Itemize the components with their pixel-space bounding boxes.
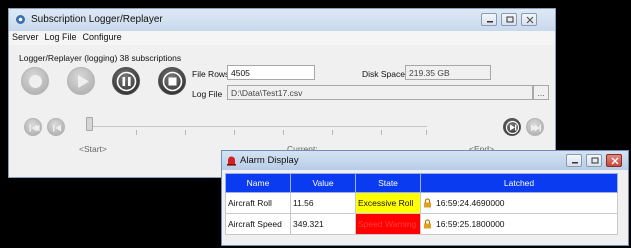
- alarm-minimize-button[interactable]: [566, 154, 582, 167]
- record-button[interactable]: [21, 67, 49, 95]
- window-controls: [477, 13, 537, 26]
- lock-icon: [424, 219, 431, 229]
- cell-latched: 16:59:24.4690000: [420, 192, 618, 214]
- table-row[interactable]: Aircraft Roll 11.56 Excessive Roll 16:59…: [225, 192, 618, 214]
- skip-end-icon: [531, 124, 541, 132]
- skip-to-end-button[interactable]: [526, 118, 544, 136]
- col-latched[interactable]: Latched: [420, 173, 618, 193]
- stop-button[interactable]: [158, 67, 186, 95]
- latched-time: 16:59:24.4690000: [436, 197, 505, 208]
- cell-value: 11.56: [290, 192, 356, 214]
- status-text: Logger/Replayer (logging) 38 subscriptio…: [19, 53, 182, 63]
- file-rows-label: File Rows: [192, 69, 230, 79]
- step-back-button[interactable]: [47, 118, 65, 136]
- step-back-icon: [53, 124, 61, 132]
- alarm-window: Alarm Display Name Value State Latched A…: [221, 150, 629, 246]
- skip-start-icon: [29, 124, 40, 132]
- file-rows-field[interactable]: 4505: [227, 65, 315, 80]
- slider-tick: [426, 130, 427, 135]
- lock-icon: [424, 198, 431, 208]
- slider-tick: [136, 130, 137, 135]
- logger-title-bar[interactable]: Subscription Logger/Replayer: [9, 9, 555, 31]
- latched-time: 16:59:25.1800000: [436, 218, 505, 229]
- col-name[interactable]: Name: [225, 173, 291, 193]
- position-slider-track[interactable]: [87, 126, 427, 127]
- cell-name: Aircraft Speed: [225, 213, 291, 235]
- logger-title: Subscription Logger/Replayer: [31, 14, 163, 25]
- position-slider-thumb[interactable]: [86, 117, 93, 131]
- alarm-siren-icon: [227, 156, 236, 166]
- play-button[interactable]: [67, 67, 95, 95]
- pause-icon: [116, 71, 137, 92]
- step-forward-icon: [505, 120, 520, 135]
- menu-log-file[interactable]: Log File: [42, 31, 80, 43]
- maximize-button[interactable]: [501, 13, 517, 26]
- slider-tick: [234, 130, 235, 135]
- log-file-label: Log File: [192, 89, 223, 99]
- alarm-maximize-button[interactable]: [586, 154, 602, 167]
- table-row[interactable]: Aircraft Speed 349.321 Speed Warning 16:…: [225, 213, 618, 235]
- alarm-table-header: Name Value State Latched: [225, 173, 618, 193]
- menu-configure[interactable]: Configure: [80, 31, 125, 43]
- cell-value: 349.321: [290, 213, 356, 235]
- app-gear-icon: [16, 15, 25, 24]
- close-button[interactable]: [521, 13, 537, 26]
- alarm-title-bar[interactable]: Alarm Display: [222, 151, 628, 170]
- col-state[interactable]: State: [355, 173, 421, 193]
- slider-tick: [332, 130, 333, 135]
- alarm-title: Alarm Display: [240, 155, 299, 166]
- start-label: <Start>: [79, 144, 107, 154]
- cell-latched: 16:59:25.1800000: [420, 213, 618, 235]
- minimize-button[interactable]: [481, 13, 497, 26]
- menu-bar: Server Log File Configure: [9, 31, 555, 45]
- stop-icon: [162, 71, 183, 92]
- slider-tick: [185, 130, 186, 135]
- record-icon: [29, 75, 42, 88]
- cell-name: Aircraft Roll: [225, 192, 291, 214]
- skip-to-start-button[interactable]: [24, 118, 42, 136]
- play-icon: [78, 75, 89, 88]
- alarm-table: Name Value State Latched Aircraft Roll 1…: [225, 173, 618, 235]
- alarm-close-button[interactable]: [606, 154, 622, 167]
- slider-tick: [381, 130, 382, 135]
- cell-state: Speed Warning: [355, 213, 421, 235]
- alarm-window-controls: [562, 154, 622, 167]
- step-forward-button[interactable]: [503, 118, 521, 136]
- col-value[interactable]: Value: [290, 173, 356, 193]
- log-file-field[interactable]: D:\Data\Test17.csv: [227, 85, 533, 100]
- disk-space-field: 219.35 GB: [405, 65, 491, 80]
- cell-state: Excessive Roll: [355, 192, 421, 214]
- slider-tick: [283, 130, 284, 135]
- disk-space-label: Disk Space: [362, 69, 405, 79]
- menu-server[interactable]: Server: [9, 31, 42, 43]
- pause-button[interactable]: [112, 67, 140, 95]
- browse-button[interactable]: ...: [533, 85, 549, 100]
